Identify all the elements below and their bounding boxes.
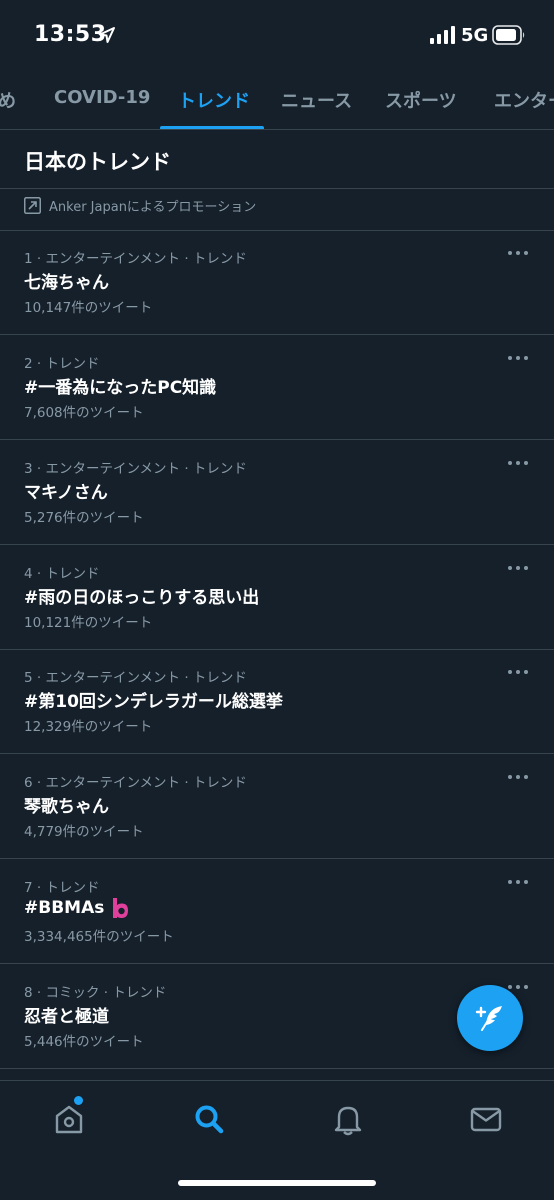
trend-count: 7,608件のツイート <box>24 405 144 421</box>
trend-name: #BBMAs <box>24 897 131 919</box>
trend-meta: 8 · コミック · トレンド <box>24 985 167 1001</box>
battery-icon <box>492 25 525 45</box>
trend-meta: 4 · トレンド <box>24 566 100 582</box>
search-icon <box>195 1105 224 1134</box>
trend-meta: 1 · エンターテインメント · トレンド <box>24 251 247 267</box>
nav-messages[interactable] <box>466 1099 506 1139</box>
tab-trends[interactable]: トレンド <box>178 87 250 113</box>
promotion-label[interactable]: Anker Japanによるプロモーション <box>24 195 256 215</box>
section-title: 日本のトレンド <box>24 150 171 174</box>
trend-count: 10,147件のツイート <box>24 300 153 316</box>
trend-name: #一番為になったPC知識 <box>24 373 216 398</box>
trend-item[interactable]: 7 · トレンド #BBMAs 3,334,465件のツイート <box>0 859 554 964</box>
compose-feather-icon <box>475 1006 502 1031</box>
status-time: 13:53 <box>34 22 107 47</box>
trend-item[interactable]: 4 · トレンド #雨の日のほっこりする思い出 10,121件のツイート <box>0 545 554 650</box>
more-options-icon[interactable] <box>506 667 530 677</box>
active-tab-indicator <box>160 126 264 129</box>
bell-icon <box>334 1106 362 1136</box>
tab-entertainment[interactable]: エンター <box>494 87 554 113</box>
signal-icon <box>430 26 455 44</box>
trend-count: 10,121件のツイート <box>24 615 153 631</box>
more-options-icon[interactable] <box>506 877 530 887</box>
more-options-icon[interactable] <box>506 248 530 258</box>
trend-name-text: 七海ちゃん <box>24 273 109 293</box>
trend-count: 12,329件のツイート <box>24 719 153 735</box>
trend-name: #雨の日のほっこりする思い出 <box>24 583 259 608</box>
more-options-icon[interactable] <box>506 353 530 363</box>
tab-news[interactable]: ニュース <box>281 87 352 113</box>
notification-dot <box>74 1096 83 1105</box>
trend-name-text: #一番為になったPC知識 <box>24 378 217 398</box>
trend-name-text: #雨の日のほっこりする思い出 <box>24 588 260 608</box>
home-indicator <box>178 1180 376 1186</box>
promoted-icon <box>24 196 41 214</box>
trend-item[interactable]: 6 · エンターテインメント · トレンド 琴歌ちゃん 4,779件のツイート <box>0 754 554 859</box>
nav-home[interactable] <box>49 1096 89 1139</box>
divider <box>0 1068 554 1069</box>
trend-meta: 6 · エンターテインメント · トレンド <box>24 775 247 791</box>
trend-name: #第10回シンデレラガール総選挙 <box>24 687 283 712</box>
explore-screen: 13:53 5G め COVID-19 トレンド ニュース スポーツ エンター … <box>0 0 554 1200</box>
trend-name-text: #第10回シンデレラガール総選挙 <box>24 692 283 712</box>
trend-item[interactable]: 1 · エンターテインメント · トレンド 七海ちゃん 10,147件のツイート <box>0 230 554 335</box>
trend-count: 5,276件のツイート <box>24 510 144 526</box>
status-bar: 13:53 5G <box>0 0 554 70</box>
promotion-text: Anker Japanによるプロモーション <box>49 199 257 215</box>
trend-count: 3,334,465件のツイート <box>24 929 174 945</box>
trend-item[interactable]: 2 · トレンド #一番為になったPC知識 7,608件のツイート <box>0 335 554 440</box>
trend-name: 琴歌ちゃん <box>24 792 109 817</box>
trend-name-text: 忍者と極道 <box>24 1007 109 1027</box>
more-options-icon[interactable] <box>506 458 530 468</box>
home-icon <box>55 1105 83 1134</box>
tab-covid19[interactable]: COVID-19 <box>54 87 150 108</box>
trend-meta: 2 · トレンド <box>24 356 100 372</box>
divider <box>0 188 554 189</box>
tab-recommended[interactable]: め <box>0 87 16 113</box>
trend-name-text: #BBMAs <box>24 898 105 918</box>
nav-search[interactable] <box>189 1099 229 1139</box>
more-options-icon[interactable] <box>506 563 530 573</box>
trend-name: マキノさん <box>24 478 108 503</box>
trend-name-text: マキノさん <box>24 483 108 503</box>
trend-count: 4,779件のツイート <box>24 824 144 840</box>
nav-notifications[interactable] <box>328 1099 368 1139</box>
trend-meta: 5 · エンターテインメント · トレンド <box>24 670 247 686</box>
trend-name: 七海ちゃん <box>24 268 109 293</box>
compose-tweet-button[interactable] <box>457 985 523 1051</box>
network-label: 5G <box>461 25 489 46</box>
more-options-icon[interactable] <box>506 772 530 782</box>
trend-item[interactable]: 3 · エンターテインメント · トレンド マキノさん 5,276件のツイート <box>0 440 554 545</box>
mail-icon <box>470 1107 502 1132</box>
trend-name: 忍者と極道 <box>24 1002 109 1027</box>
trend-item[interactable]: 5 · エンターテインメント · トレンド #第10回シンデレラガール総選挙 1… <box>0 649 554 754</box>
explore-tabs: め COVID-19 トレンド ニュース スポーツ エンター <box>0 70 554 130</box>
location-arrow-icon <box>99 27 115 43</box>
bbmas-hashflag-icon <box>113 898 129 918</box>
trend-meta: 7 · トレンド <box>24 880 100 896</box>
trend-name-text: 琴歌ちゃん <box>24 797 109 817</box>
trend-meta: 3 · エンターテインメント · トレンド <box>24 461 247 477</box>
trend-count: 5,446件のツイート <box>24 1034 144 1050</box>
tab-sports[interactable]: スポーツ <box>385 87 457 113</box>
